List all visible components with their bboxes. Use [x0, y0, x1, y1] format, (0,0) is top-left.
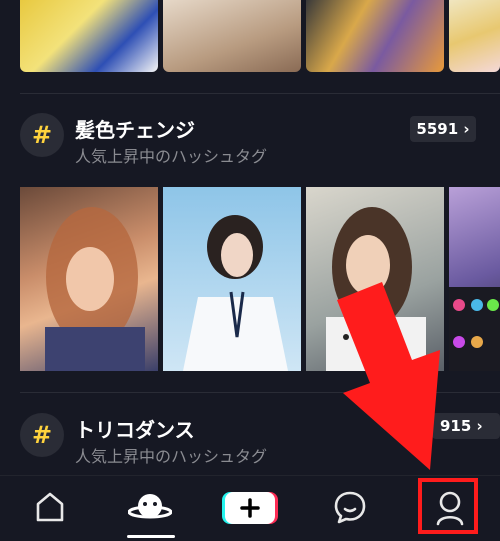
video-count-badge[interactable]: 5591 › — [410, 116, 476, 142]
inbox-icon — [334, 491, 366, 524]
home-icon — [36, 492, 64, 522]
hashtag-subtitle: 人気上昇中のハッシュタグ — [75, 147, 268, 166]
chevron-right-icon: › — [476, 417, 483, 435]
top-thumbnail-row — [20, 0, 500, 72]
tab-home[interactable] — [0, 476, 100, 541]
hashtag-icon: # — [20, 413, 64, 457]
hashtag-section-header[interactable]: # トリコダンス 人気上昇中のハッシュタグ 915 › — [20, 413, 500, 477]
video-count-badge[interactable]: 915 › — [432, 413, 500, 439]
create-plus-icon — [222, 492, 278, 524]
thumbnail-pudding[interactable] — [163, 0, 301, 72]
filter-panel-illustration — [449, 287, 500, 371]
profile-tab-highlight-box — [418, 478, 478, 534]
tab-discover[interactable] — [100, 476, 200, 541]
section-divider — [20, 392, 500, 393]
active-tab-indicator — [127, 535, 175, 538]
hashtag-title: 髪色チェンジ — [75, 118, 195, 142]
hashtag-icon: # — [20, 113, 64, 157]
discover-icon — [128, 494, 172, 519]
thumbnail-food[interactable] — [20, 0, 158, 72]
hashtag-section-header[interactable]: # 髪色チェンジ 人気上昇中のハッシュタグ 5591 › — [20, 113, 500, 177]
video-thumbnail[interactable] — [163, 187, 301, 371]
portrait-illustration — [45, 207, 145, 371]
thumbnail-figures[interactable] — [306, 0, 444, 72]
thumbnail-plush[interactable] — [449, 0, 500, 72]
chevron-right-icon: › — [463, 120, 470, 138]
portrait-illustration — [326, 207, 426, 371]
hashtag-video-row — [20, 187, 500, 371]
tab-create[interactable] — [200, 476, 300, 541]
video-count: 915 — [440, 417, 472, 435]
hashtag-title: トリコダンス — [75, 418, 195, 442]
video-thumbnail[interactable] — [306, 187, 444, 371]
video-count: 5591 — [416, 120, 459, 138]
video-thumbnail[interactable] — [449, 187, 500, 371]
video-thumbnail[interactable] — [20, 187, 158, 371]
section-divider — [20, 93, 500, 94]
portrait-illustration — [183, 215, 288, 371]
hashtag-subtitle: 人気上昇中のハッシュタグ — [75, 447, 268, 466]
tab-inbox[interactable] — [300, 476, 400, 541]
